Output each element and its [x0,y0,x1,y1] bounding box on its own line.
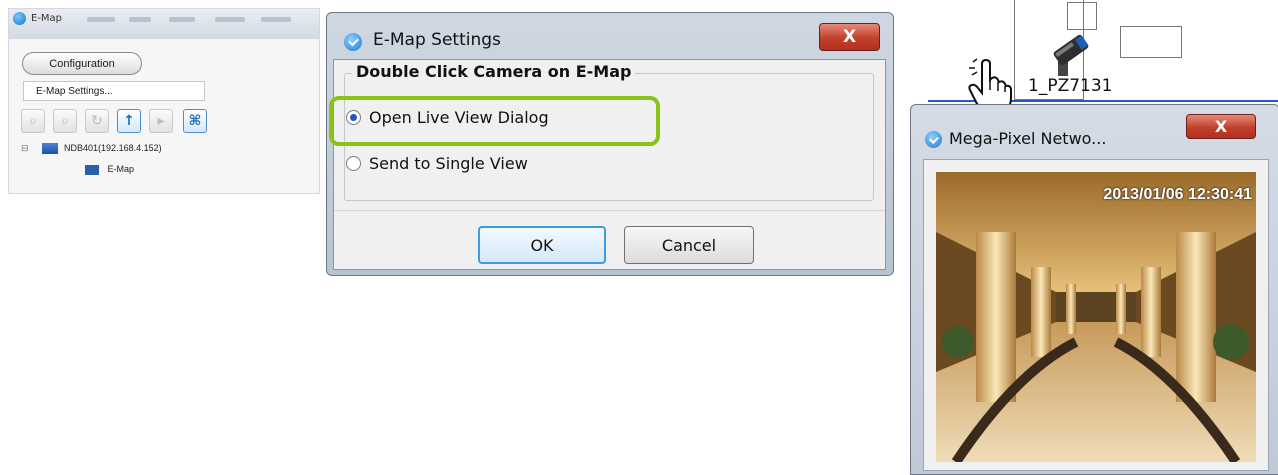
map-shape [1120,26,1182,58]
app-logo-icon [13,12,26,25]
dialog-title: E-Map Settings [373,30,501,50]
live-view-frame: 2013/01/06 12:30:41 [923,159,1269,471]
live-view-title: Mega-Pixel Netwo... [949,129,1107,148]
zoom-out-icon[interactable]: ⌕ [53,109,77,133]
dialog-app-icon [344,33,362,51]
highlight-annotation [329,96,660,146]
fit-screen-icon[interactable]: ⌘ [183,109,207,133]
tree-expander-icon[interactable]: ⊟ [21,143,29,154]
zoom-in-icon[interactable]: ⌕ [21,109,45,133]
tree-node-nvr[interactable]: ⊟ NDB401(192.168.4.152) [21,143,162,155]
tree-node-emap-label: E-Map [107,164,135,174]
emap-canvas[interactable]: 1_PZ7131 Mega-Pixel Netwo... X 2013/01/0… [902,0,1278,475]
play-icon[interactable]: ▸ [149,109,173,133]
option-group-label: Double Click Camera on E-Map [352,62,636,81]
live-video-feed[interactable]: 2013/01/06 12:30:41 [936,172,1256,462]
blurred-tab-icon [129,17,151,22]
upload-icon[interactable]: ↑ [117,109,141,133]
camera-label[interactable]: 1_PZ7131 [1028,76,1112,96]
live-view-dialog: Mega-Pixel Netwo... X 2013/01/06 12:30:4… [910,104,1278,475]
blurred-tab-icon [261,17,291,22]
nvr-icon [41,143,58,155]
dialog-body: Double Click Camera on E-Map Open Live V… [333,59,886,270]
emap-toolbar: ⌕ ⌕ ↻ ↑ ▸ ⌘ [21,106,271,136]
emap-panel: E-Map Configuration E-Map Settings... ⌕ … [8,8,320,194]
ok-button[interactable]: OK [478,226,606,264]
camera-icon[interactable] [1048,28,1094,80]
blurred-tab-icon [87,17,115,22]
configuration-button[interactable]: Configuration [22,52,142,75]
radio-send-single-view-label: Send to Single View [369,154,528,173]
dialog-app-icon [925,131,942,148]
emap-window-title: E-Map [31,13,63,24]
folder-icon [85,164,99,175]
close-button[interactable]: X [819,23,880,51]
cancel-button[interactable]: Cancel [624,226,754,264]
radio-unselected-icon[interactable] [346,156,361,171]
divider [334,210,885,211]
map-shape [1067,2,1097,30]
hotel-lobby-image [936,172,1256,462]
radio-send-single-view[interactable]: Send to Single View [346,154,528,173]
video-timestamp: 2013/01/06 12:30:41 [1103,186,1252,203]
tree-node-nvr-label: NDB401(192.168.4.152) [64,143,162,153]
refresh-icon[interactable]: ↻ [85,109,109,133]
blurred-tab-icon [215,17,245,22]
emap-settings-menu-item[interactable]: E-Map Settings... [23,81,205,101]
emap-titlebar: E-Map [9,9,319,39]
close-button[interactable]: X [1186,114,1256,139]
blurred-tab-icon [169,17,195,22]
tree-node-emap[interactable]: E-Map [85,164,134,175]
